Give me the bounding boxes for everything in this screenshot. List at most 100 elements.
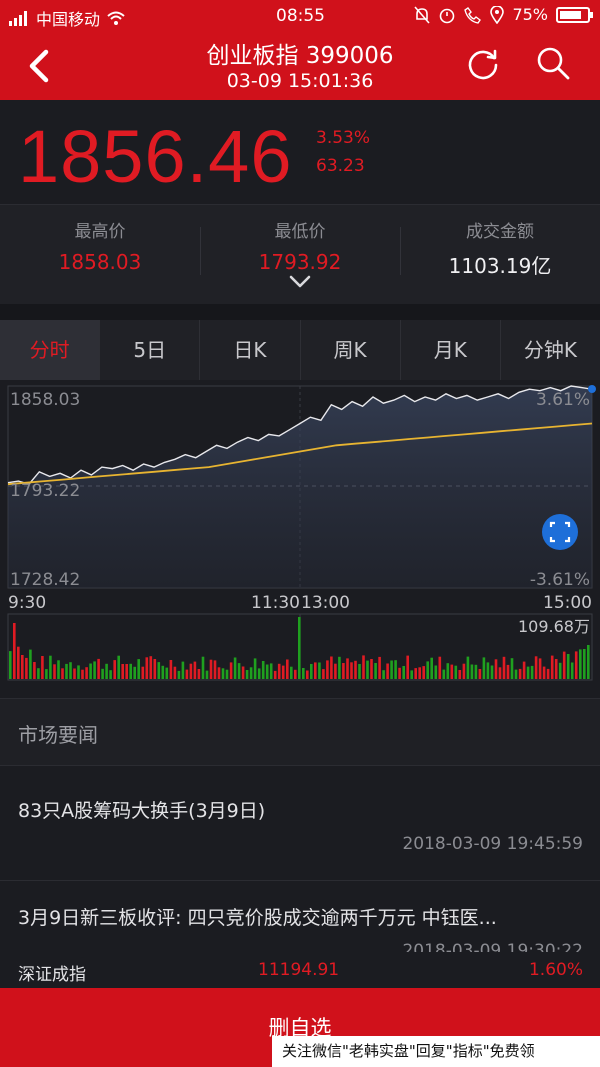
tab-monthly-k[interactable]: 月K [401,320,501,380]
x-label-am-close: 11:30 [251,593,300,613]
status-bar: 中国移动 08:55 75% [0,0,600,32]
volume-bar [414,668,417,679]
tab-daily-k[interactable]: 日K [200,320,301,380]
volume-bar [366,660,369,679]
volume-bar [430,657,433,679]
stat-high-label: 最高价 [74,222,126,242]
volume-bar [542,666,546,679]
volume-bar [334,663,337,679]
volume-bar [486,662,490,679]
volume-bar [37,668,40,679]
volume-bar [378,656,381,679]
back-arrow-icon[interactable] [20,46,60,86]
volume-bar [101,668,104,679]
volume-bar [502,656,506,679]
volume-bar [498,667,502,679]
volume-bar [9,651,12,679]
y-top-label: 1858.03 [10,390,80,410]
volume-bar [153,659,157,679]
carrier-name: 中国移动 [36,10,101,29]
page-title: 创业板指 399006 [206,43,394,69]
volume-bar [273,670,277,679]
volume-bar [201,656,205,679]
volume-bar [217,667,221,679]
y-mid-label: 1793.22 [10,481,80,501]
volume-bar [526,666,530,679]
volume-bar [105,663,108,679]
volume-bar [145,657,149,679]
news-title: 83只A股筹码大换手(3月9日) [18,800,266,822]
news-item[interactable]: 3月9日新三板收评: 四只竞价股成交逾两千万元 中钰医... 2018-03-0… [0,881,600,952]
volume-bar [290,666,293,679]
volume-bar [382,670,385,679]
volume-bar [49,655,52,679]
promo-watermark: 关注微信"老韩实盘"回复"指标"免费领 [272,1036,600,1067]
volume-bar [446,663,450,679]
volume-bar [490,665,494,679]
stat-high-value: 1858.03 [58,250,142,274]
volume-bar [245,670,249,679]
stat-turnover-value: 1103.19亿 [448,254,552,278]
volume-bar [13,623,16,679]
volume-bar [318,662,321,679]
location-icon [490,5,505,24]
volume-bar [141,666,145,679]
ticker-change: 1.60% [528,960,583,980]
volume-bar [277,663,281,679]
news-item[interactable]: 83只A股筹码大换手(3月9日) 2018-03-09 19:45:59 [0,766,600,880]
volume-bar [261,661,265,679]
volume-bar [534,656,538,679]
expand-chevron-icon[interactable] [288,274,312,290]
ticker-name: 深证成指 [18,965,86,985]
volume-bar [438,656,442,679]
x-label-open: 9:30 [8,593,46,613]
volume-bar [77,665,80,679]
tab-weekly-k[interactable]: 周K [301,320,401,380]
status-right: 75% [414,5,593,24]
tab-5day[interactable]: 5日 [100,320,201,380]
x-label-pm-open: 13:00 [301,593,350,613]
volume-bar [494,659,498,679]
battery-icon [556,6,593,23]
volume-bar [61,668,64,679]
volume-bar [338,656,341,679]
volume-bar [386,663,389,679]
volume-bar [458,670,462,679]
volume-bar [225,669,229,679]
volume-bar [137,659,140,679]
stat-low-label: 最低价 [274,222,326,242]
pct-top-label: 3.61% [536,390,590,410]
tab-minute-k[interactable]: 分钟K [501,320,600,380]
volume-bar [454,665,458,679]
volume-bar [177,670,181,679]
volume-bar [546,668,550,679]
volume-bar [398,667,401,679]
volume-bar [550,655,554,679]
wifi-icon [107,11,125,25]
volume-bar [422,666,425,679]
stat-turnover-label: 成交金额 [466,222,534,242]
volume-bar [294,669,297,679]
volume-bar [518,668,522,679]
volume-bar [117,655,120,679]
fullscreen-button[interactable] [542,514,578,550]
volume-bar [169,660,173,679]
refresh-icon[interactable] [464,45,502,83]
ticker-value: 11194.91 [258,960,340,980]
volume-bar [374,663,377,679]
volume-bar [17,646,20,679]
index-ticker[interactable]: 深证成指 11194.91 1.60% [0,952,600,988]
search-icon[interactable] [534,44,572,82]
volume-bar [442,669,446,679]
chart-period-tabs: 分时 5日 日K 周K 月K 分钟K [0,320,600,380]
volume-bar [410,670,413,679]
status-time: 08:55 [276,6,325,26]
intraday-chart[interactable]: 1858.03 1793.22 1728.42 3.61% -3.61% 9:3… [0,380,600,690]
volume-bar [558,662,562,679]
stat-turnover: 成交金额 1103.19亿 [400,217,600,279]
volume-bar [522,661,526,679]
volume-bar [53,664,56,679]
chart-current-dot [588,385,596,393]
volume-bar [354,660,357,679]
tab-intraday[interactable]: 分时 [0,320,101,380]
